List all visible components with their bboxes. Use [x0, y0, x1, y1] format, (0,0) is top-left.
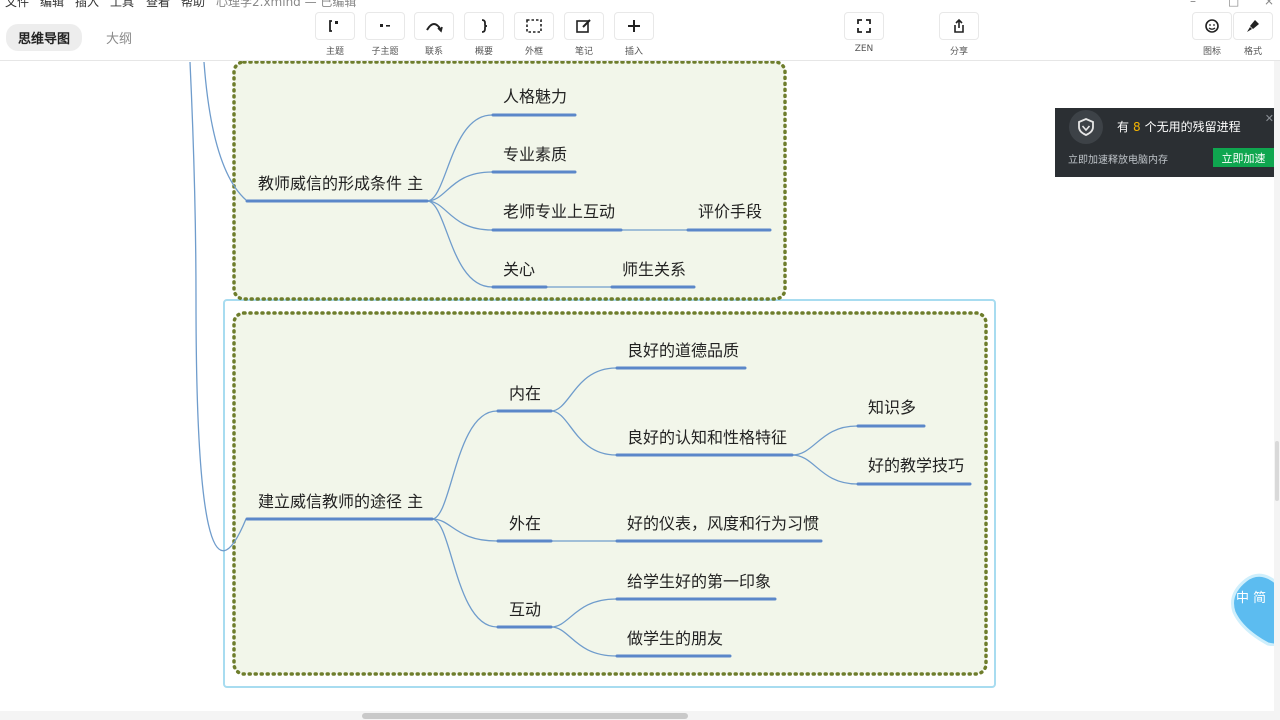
- topic-be-students-friend[interactable]: 做学生的朋友: [627, 625, 723, 649]
- topic-first-impression[interactable]: 给学生好的第一印象: [627, 568, 771, 592]
- menu-file[interactable]: 文件: [5, 0, 29, 8]
- menu-edit[interactable]: 编辑: [40, 0, 64, 8]
- minimize-icon[interactable]: –: [1190, 0, 1196, 8]
- boundary-icon: [526, 19, 542, 33]
- fullscreen-icon: [857, 19, 871, 33]
- relationship-label: 联系: [424, 47, 443, 57]
- topic-inner[interactable]: 内在: [509, 380, 541, 404]
- menu-view[interactable]: 查看: [146, 0, 170, 8]
- view-tabs: 思维导图 大纲: [6, 24, 144, 51]
- topic-teacher-student-relation[interactable]: 师生关系: [622, 256, 686, 280]
- document-title: 心理学2.xmind — 已编辑: [216, 0, 357, 8]
- summary-button[interactable]: 概要: [464, 12, 504, 57]
- watermark-text: 中 简: [1236, 590, 1266, 606]
- topic-label: 主题: [325, 47, 344, 57]
- menu-bar: 文件 编辑 插入 工具 查看 帮助 心理学2.xmind — 已编辑: [0, 0, 1280, 8]
- topic-much-knowledge[interactable]: 知识多: [868, 394, 916, 418]
- topic-outer[interactable]: 外在: [509, 510, 541, 534]
- speed-up-button[interactable]: 立即加速: [1213, 148, 1274, 167]
- topic-building-prestige-ways[interactable]: 建立威信教师的途径 主: [258, 488, 423, 512]
- topic-icon: [329, 20, 338, 32]
- note-label: 笔记: [574, 47, 593, 57]
- topic-teacher-prestige-conditions[interactable]: 教师威信的形成条件 主: [258, 170, 423, 194]
- icon-panel-button[interactable]: 图标: [1192, 12, 1232, 57]
- topic-good-cognition-character[interactable]: 良好的认知和性格特征: [627, 424, 787, 448]
- zen-button[interactable]: ZEN: [844, 12, 884, 54]
- share-icon: [954, 18, 964, 33]
- format-button[interactable]: 格式: [1233, 12, 1273, 57]
- topic-personal-charm[interactable]: 人格魅力: [503, 83, 567, 107]
- boundary-label: 外框: [524, 47, 543, 57]
- shield-icon: [1069, 110, 1103, 144]
- relationship-button[interactable]: 联系: [414, 12, 454, 57]
- notification-subtext: 立即加速释放电脑内存: [1068, 155, 1168, 166]
- notification-title: 有 8 个无用的残留进程: [1117, 120, 1241, 134]
- maximize-icon[interactable]: □: [1228, 0, 1239, 8]
- vertical-scrollbar[interactable]: [1274, 61, 1280, 711]
- vertical-scroll-thumb[interactable]: [1275, 441, 1279, 501]
- format-brush-icon: [1247, 20, 1259, 32]
- tab-outline[interactable]: 大纲: [94, 24, 144, 51]
- horizontal-scrollbar[interactable]: [0, 711, 1280, 720]
- format-label: 格式: [1243, 47, 1262, 57]
- topic-interaction[interactable]: 互动: [509, 596, 541, 620]
- share-button[interactable]: 分享: [939, 12, 979, 57]
- topic-appearance-manner[interactable]: 好的仪表，风度和行为习惯: [627, 510, 819, 534]
- subtopic-icon: [380, 24, 390, 27]
- summary-brace-icon: [481, 19, 488, 33]
- topic-care[interactable]: 关心: [503, 256, 535, 280]
- horizontal-scroll-thumb[interactable]: [362, 713, 688, 719]
- boundary-button[interactable]: 外框: [514, 12, 554, 57]
- topic-evaluation-means[interactable]: 评价手段: [698, 198, 762, 222]
- topic-button[interactable]: 主题: [315, 12, 355, 57]
- subtopic-label: 子主题: [371, 47, 399, 57]
- close-window-icon[interactable]: ×: [1264, 0, 1274, 8]
- topic-professional-quality[interactable]: 专业素质: [503, 141, 567, 165]
- topic-good-moral-quality[interactable]: 良好的道德品质: [627, 337, 739, 361]
- menu-help[interactable]: 帮助: [181, 0, 205, 8]
- insert-label: 插入: [624, 47, 643, 57]
- topic-professional-interaction[interactable]: 老师专业上互动: [503, 198, 615, 222]
- tab-mindmap[interactable]: 思维导图: [6, 24, 83, 51]
- note-button[interactable]: 笔记: [564, 12, 604, 57]
- share-label: 分享: [949, 47, 968, 57]
- relationship-icon: [426, 23, 443, 33]
- insert-button[interactable]: 插入: [614, 12, 654, 57]
- menu-insert[interactable]: 插入: [75, 0, 99, 8]
- summary-label: 概要: [474, 47, 493, 57]
- icon-panel-label: 图标: [1202, 47, 1221, 57]
- input-method-heart-icon[interactable]: 中 简: [1222, 566, 1280, 648]
- subtopic-button[interactable]: 子主题: [365, 12, 405, 57]
- plus-icon: [628, 20, 640, 32]
- smiley-icon: [1205, 19, 1219, 33]
- cleanup-notification: 有 8 个无用的残留进程 ✕ 立即加速释放电脑内存 立即加速: [1055, 108, 1280, 177]
- menu-tools[interactable]: 工具: [110, 0, 134, 8]
- zen-label: ZEN: [854, 44, 874, 54]
- note-pencil-icon: [576, 19, 591, 33]
- close-icon[interactable]: ✕: [1265, 112, 1274, 125]
- topic-good-teaching-skills[interactable]: 好的教学技巧: [868, 452, 964, 476]
